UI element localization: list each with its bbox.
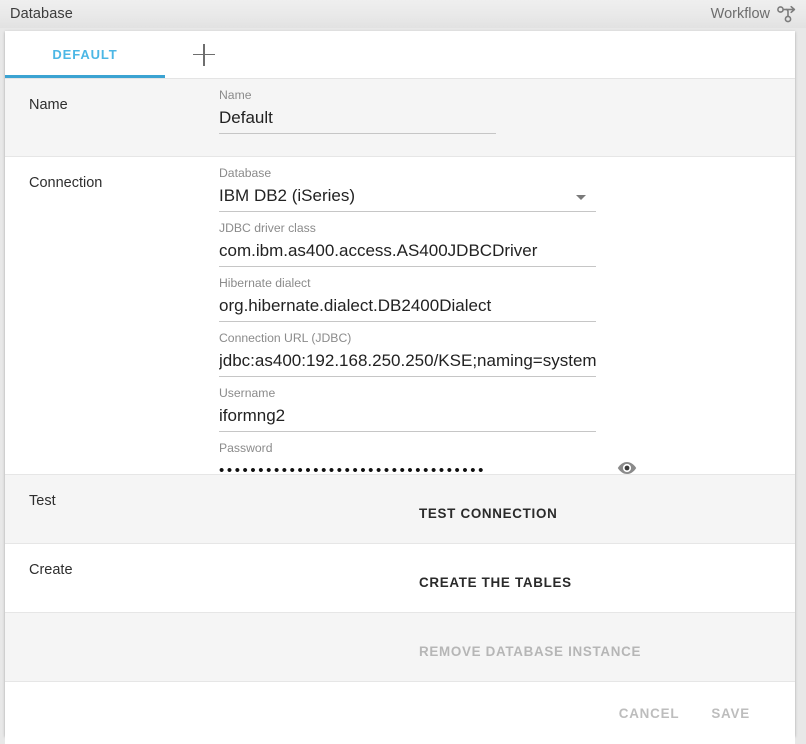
hibernate-dialect-label: Hibernate dialect — [219, 276, 311, 290]
database-settings-card: DEFAULT Name Name Default Connection Dat… — [5, 31, 795, 744]
section-remove: REMOVE DATABASE INSTANCE — [5, 613, 795, 682]
tab-bar: DEFAULT — [5, 31, 795, 79]
jdbc-driver-class-field[interactable]: JDBC driver class com.ibm.as400.access.A… — [219, 212, 596, 267]
header-right-group: Workflow — [711, 4, 798, 24]
section-name-label: Name — [29, 97, 68, 113]
connection-url-value: jdbc:as400:192.168.250.250/KSE;naming=sy… — [219, 351, 596, 370]
jdbc-driver-class-label: JDBC driver class — [219, 221, 316, 235]
username-field[interactable]: Username iformng2 — [219, 377, 596, 432]
workflow-label: Workflow — [710, 6, 770, 22]
workflow-branch-icon[interactable] — [776, 4, 798, 24]
create-the-tables-button[interactable]: CREATE THE TABLES — [419, 575, 572, 590]
name-field-value: Default — [219, 108, 273, 127]
section-connection: Connection Database IBM DB2 (iSeries) JD… — [5, 157, 795, 487]
tab-default-label: DEFAULT — [52, 47, 118, 62]
card-footer: CANCEL SAVE — [5, 682, 795, 744]
save-button[interactable]: SAVE — [711, 706, 750, 721]
name-field[interactable]: Name Default — [219, 79, 496, 134]
connection-url-field[interactable]: Connection URL (JDBC) jdbc:as400:192.168… — [219, 322, 596, 377]
database-field-label: Database — [219, 166, 272, 180]
cancel-button[interactable]: CANCEL — [619, 706, 680, 721]
section-test: Test TEST CONNECTION — [5, 475, 795, 544]
remove-database-instance-button[interactable]: REMOVE DATABASE INSTANCE — [419, 644, 641, 659]
section-remove-label — [5, 613, 219, 681]
username-value: iformng2 — [219, 406, 286, 425]
hibernate-dialect-value: org.hibernate.dialect.DB2400Dialect — [219, 296, 492, 315]
section-connection-body: Database IBM DB2 (iSeries) JDBC driver c… — [219, 157, 795, 487]
connection-url-label: Connection URL (JDBC) — [219, 331, 352, 345]
test-connection-button[interactable]: TEST CONNECTION — [419, 506, 557, 521]
add-tab-button[interactable] — [165, 31, 243, 78]
chevron-down-icon[interactable] — [576, 195, 586, 200]
eye-icon — [617, 462, 637, 474]
username-label: Username — [219, 386, 276, 400]
name-field-label: Name — [219, 88, 252, 102]
name-field-underline — [219, 133, 496, 134]
section-test-body: TEST CONNECTION — [219, 475, 795, 543]
database-field-value: IBM DB2 (iSeries) — [219, 186, 356, 205]
section-name-body: Name Default — [219, 79, 795, 156]
section-name: Name Name Default — [5, 79, 795, 157]
tab-active-indicator — [5, 75, 165, 78]
password-label: Password — [219, 441, 273, 455]
jdbc-driver-class-value: com.ibm.as400.access.AS400JDBCDriver — [219, 241, 538, 260]
section-test-label: Test — [29, 493, 56, 509]
window-header: Database Workflow — [0, 0, 806, 28]
section-remove-body: REMOVE DATABASE INSTANCE — [219, 613, 795, 681]
page-title: Database — [10, 6, 73, 22]
section-connection-label: Connection — [29, 175, 103, 191]
section-create: Create CREATE THE TABLES — [5, 544, 795, 613]
plus-icon — [193, 43, 215, 66]
section-create-body: CREATE THE TABLES — [219, 544, 795, 612]
tab-default[interactable]: DEFAULT — [5, 31, 165, 78]
hibernate-dialect-field[interactable]: Hibernate dialect org.hibernate.dialect.… — [219, 267, 596, 322]
database-select-field[interactable]: Database IBM DB2 (iSeries) — [219, 157, 596, 212]
section-create-label: Create — [29, 562, 73, 578]
